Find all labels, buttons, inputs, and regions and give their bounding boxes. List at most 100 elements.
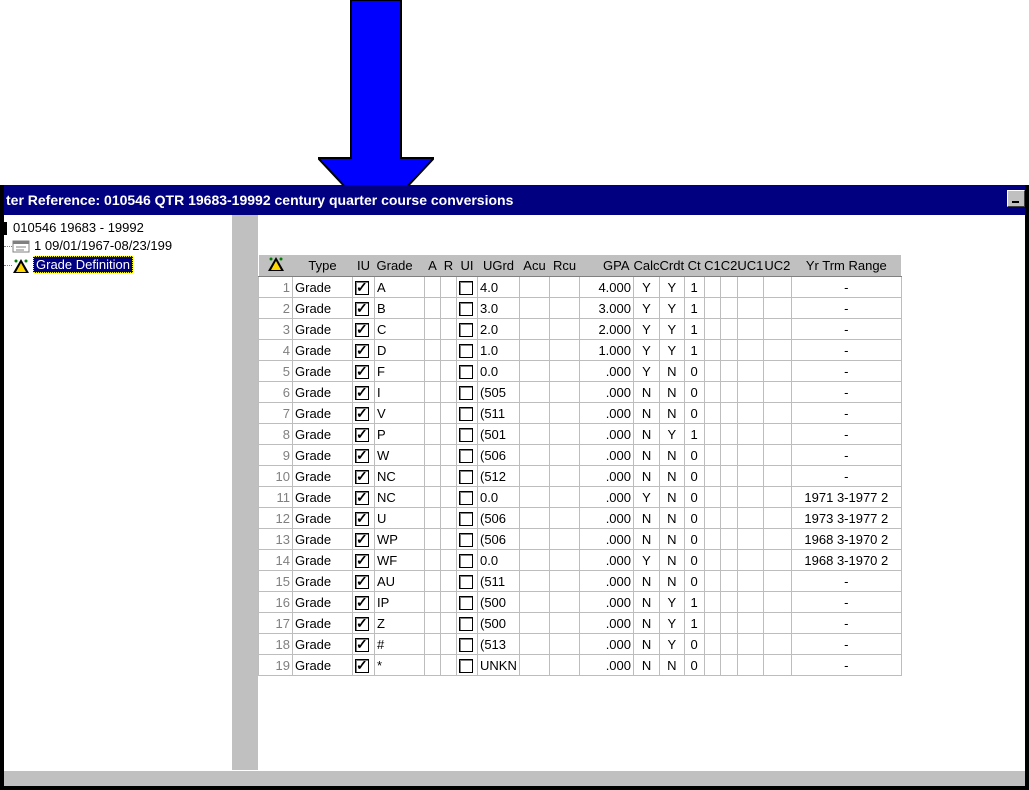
c1-cell[interactable] [703, 360, 722, 382]
calc-cell[interactable]: Y [632, 339, 661, 361]
crdt-cell[interactable]: Y [659, 591, 685, 613]
uc2-cell[interactable] [762, 465, 792, 487]
type-cell[interactable]: Grade [292, 444, 353, 466]
r-cell[interactable] [440, 402, 457, 424]
c2-cell[interactable] [720, 549, 738, 571]
yr-trm-range-cell[interactable]: - [790, 444, 902, 466]
row-number[interactable]: 13 [258, 528, 293, 550]
calc-cell[interactable]: N [632, 591, 661, 613]
gpa-cell[interactable]: .000 [579, 444, 634, 466]
rcu-cell[interactable] [549, 444, 580, 466]
a-cell[interactable] [424, 654, 441, 676]
col-header-c1[interactable]: C1 [704, 255, 721, 277]
a-cell[interactable] [424, 423, 441, 445]
ugrd-cell[interactable]: UNKN [477, 654, 520, 676]
c2-cell[interactable] [720, 297, 738, 319]
row-number[interactable]: 9 [258, 444, 293, 466]
gpa-cell[interactable]: .000 [579, 591, 634, 613]
calc-cell[interactable]: Y [632, 276, 661, 298]
c1-cell[interactable] [703, 612, 722, 634]
ct-cell[interactable]: 0 [683, 402, 705, 424]
row-number[interactable]: 3 [258, 318, 293, 340]
rcu-cell[interactable] [549, 528, 580, 550]
c2-cell[interactable] [720, 486, 738, 508]
uc2-cell[interactable] [762, 570, 792, 592]
rcu-cell[interactable] [549, 507, 580, 529]
grade-cell[interactable]: D [374, 339, 425, 361]
uc1-cell[interactable] [736, 549, 764, 571]
uc2-cell[interactable] [762, 591, 792, 613]
iu-checkbox-cell[interactable] [352, 381, 375, 403]
iu-checkbox-cell[interactable] [352, 507, 375, 529]
a-cell[interactable] [424, 528, 441, 550]
iu-checkbox[interactable] [355, 510, 369, 527]
iu-checkbox[interactable] [355, 531, 369, 548]
uc1-cell[interactable] [736, 633, 764, 655]
iu-checkbox-cell[interactable] [352, 444, 375, 466]
iu-checkbox[interactable] [355, 342, 369, 359]
ct-cell[interactable]: 1 [683, 423, 705, 445]
table-row[interactable]: 18Grade # (513 .000NY0 - [258, 633, 902, 655]
ui-checkbox-cell[interactable] [456, 318, 478, 340]
calc-cell[interactable]: N [632, 423, 661, 445]
gpa-cell[interactable]: .000 [579, 465, 634, 487]
uc1-cell[interactable] [736, 318, 764, 340]
table-row[interactable]: 13GradeWP(506.000NN01968 3-1970 2 [258, 528, 902, 550]
grade-cell[interactable]: F [374, 360, 425, 382]
iu-checkbox-cell[interactable] [352, 528, 375, 550]
row-number[interactable]: 19 [258, 654, 293, 676]
yr-trm-range-cell[interactable]: 1973 3-1977 2 [790, 507, 902, 529]
uc1-cell[interactable] [736, 381, 764, 403]
rcu-cell[interactable] [549, 633, 580, 655]
iu-checkbox[interactable] [355, 300, 369, 317]
c2-cell[interactable] [720, 612, 738, 634]
col-header-uc1[interactable]: UC1 [737, 255, 764, 277]
acu-cell[interactable] [519, 381, 550, 403]
gpa-cell[interactable]: .000 [579, 654, 634, 676]
ui-checkbox[interactable] [459, 301, 473, 316]
iu-checkbox-cell[interactable] [352, 297, 375, 319]
type-cell[interactable]: Grade [292, 402, 353, 424]
c1-cell[interactable] [703, 570, 722, 592]
type-cell[interactable]: Grade [292, 570, 353, 592]
r-cell[interactable] [440, 507, 457, 529]
c2-cell[interactable] [720, 276, 738, 298]
iu-checkbox-cell[interactable] [352, 549, 375, 571]
table-row[interactable]: 16Grade IP (500 .000NY1 - [258, 591, 902, 613]
col-header-calc[interactable]: Calc [633, 255, 660, 277]
gpa-cell[interactable]: 4.000 [579, 276, 634, 298]
type-cell[interactable]: Grade [292, 318, 353, 340]
r-cell[interactable] [440, 612, 457, 634]
row-number[interactable]: 11 [258, 486, 293, 508]
ugrd-cell[interactable]: (511 [477, 570, 520, 592]
col-header-c2[interactable]: C2 [720, 255, 738, 277]
ui-checkbox[interactable] [459, 595, 473, 610]
rcu-cell[interactable] [549, 654, 580, 676]
ui-checkbox[interactable] [459, 658, 473, 673]
ugrd-cell[interactable]: 4.0 [477, 276, 520, 298]
ui-checkbox-cell[interactable] [456, 507, 478, 529]
ui-checkbox[interactable] [459, 532, 473, 547]
yr-trm-range-cell[interactable]: - [790, 591, 902, 613]
yr-trm-range-cell[interactable]: 1968 3-1970 2 [790, 549, 902, 571]
grade-cell[interactable]: B [374, 297, 425, 319]
ui-checkbox-cell[interactable] [456, 528, 478, 550]
ui-checkbox[interactable] [459, 574, 473, 589]
uc1-cell[interactable] [736, 612, 764, 634]
calc-cell[interactable]: Y [632, 318, 661, 340]
yr-trm-range-cell[interactable]: - [790, 633, 902, 655]
gpa-cell[interactable]: .000 [579, 381, 634, 403]
uc2-cell[interactable] [762, 318, 792, 340]
ct-cell[interactable]: 1 [683, 339, 705, 361]
a-cell[interactable] [424, 486, 441, 508]
iu-checkbox-cell[interactable] [352, 402, 375, 424]
uc1-cell[interactable] [736, 360, 764, 382]
acu-cell[interactable] [519, 465, 550, 487]
col-header-yr-trm-range[interactable]: Yr Trm Range [791, 255, 902, 277]
uc1-cell[interactable] [736, 465, 764, 487]
yr-trm-range-cell[interactable]: - [790, 570, 902, 592]
gpa-cell[interactable]: 1.000 [579, 339, 634, 361]
ugrd-cell[interactable]: (500 [477, 591, 520, 613]
iu-checkbox-cell[interactable] [352, 486, 375, 508]
uc2-cell[interactable] [762, 276, 792, 298]
